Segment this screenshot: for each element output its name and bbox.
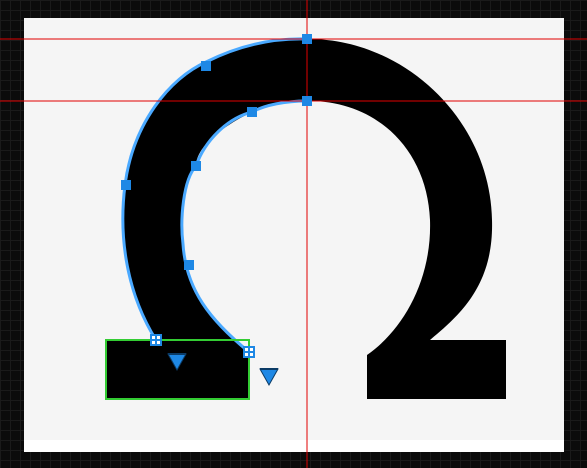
- point-inner-3[interactable]: [184, 260, 194, 270]
- editor-canvas[interactable]: [0, 0, 587, 468]
- point-outer-2[interactable]: [121, 180, 131, 190]
- plus-square-icon[interactable]: [150, 334, 162, 346]
- artboard-bottom-band: [24, 440, 564, 452]
- point-inner-1[interactable]: [247, 107, 257, 117]
- point-top-outer[interactable]: [302, 34, 312, 44]
- point-inner-2[interactable]: [191, 161, 201, 171]
- glyph-editor-viewport[interactable]: [0, 0, 587, 468]
- point-outer-1[interactable]: [201, 61, 211, 71]
- point-top-inner[interactable]: [302, 96, 312, 106]
- plus-square-icon[interactable]: [243, 346, 255, 358]
